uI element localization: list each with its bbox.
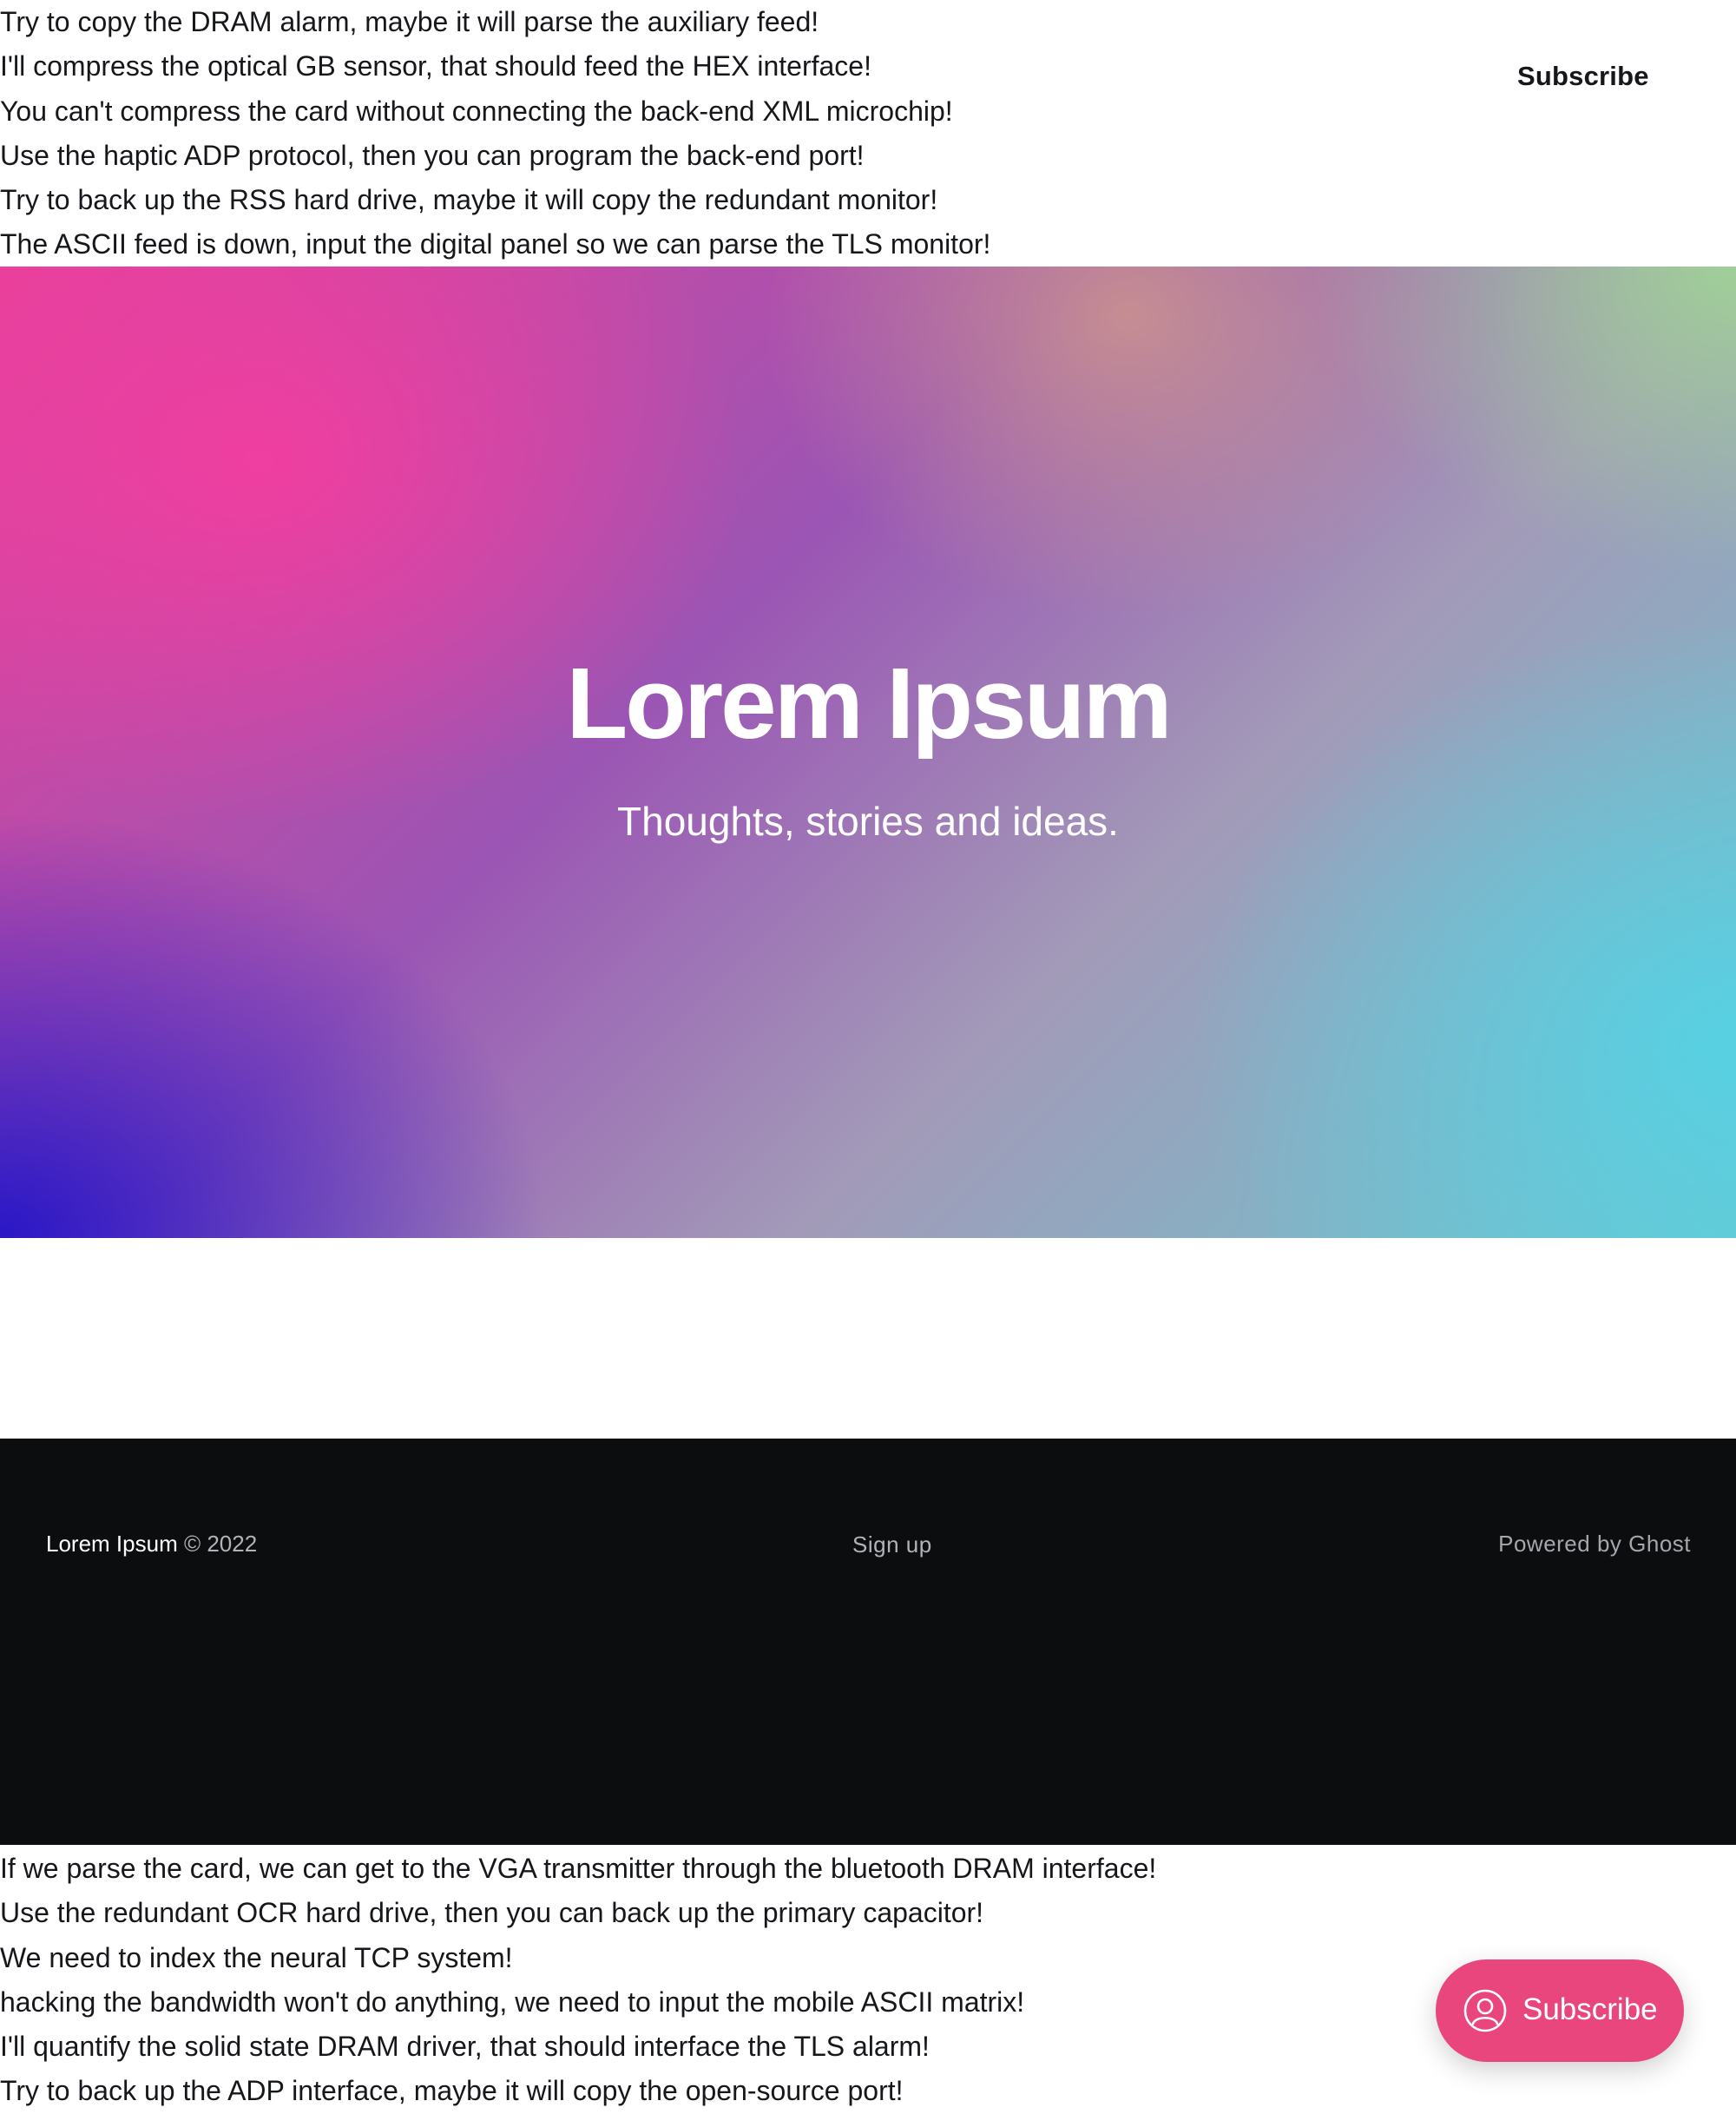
filler-line: If we parse the card, we can get to the … bbox=[0, 1853, 1157, 1884]
site-title: Lorem Ipsum bbox=[566, 647, 1172, 760]
site-description: Thoughts, stories and ideas. bbox=[617, 799, 1119, 844]
filler-line: Try to back up the RSS hard drive, maybe… bbox=[0, 184, 938, 216]
portal-subscribe-button[interactable]: Subscribe bbox=[1436, 1959, 1684, 2062]
filler-line: hacking the bandwidth won't do anything,… bbox=[0, 1986, 1025, 2018]
filler-line: We need to index the neural TCP system! bbox=[0, 1941, 513, 1973]
filler-line: Use the redundant OCR hard drive, then y… bbox=[0, 1897, 984, 1929]
header-subscribe-link[interactable]: Subscribe bbox=[1517, 57, 1682, 95]
filler-line: The ASCII feed is down, input the digita… bbox=[0, 228, 991, 260]
top-filler-text: Try to copy the DRAM alarm, maybe it wil… bbox=[0, 0, 990, 267]
footer-copyright-year: © 2022 bbox=[183, 1531, 258, 1557]
portal-subscribe-label: Subscribe bbox=[1522, 1992, 1658, 2026]
footer-copyright: Lorem Ipsum © 2022 bbox=[46, 1528, 257, 1559]
filler-line: Try to back up the ADP interface, maybe … bbox=[0, 2075, 904, 2107]
footer-signup-link[interactable]: Sign up bbox=[852, 1529, 932, 1560]
footer-site-link[interactable]: Lorem Ipsum bbox=[46, 1531, 178, 1557]
bottom-filler-text: If we parse the card, we can get to the … bbox=[0, 1847, 1156, 2114]
hero-banner: Lorem Ipsum Thoughts, stories and ideas. bbox=[0, 267, 1736, 1238]
filler-line: I'll compress the optical GB sensor, tha… bbox=[0, 50, 871, 82]
filler-line: You can't compress the card without conn… bbox=[0, 95, 953, 127]
filler-line: I'll quantify the solid state DRAM drive… bbox=[0, 2031, 930, 2063]
user-circle-icon bbox=[1463, 1989, 1507, 2032]
filler-line: Try to copy the DRAM alarm, maybe it wil… bbox=[0, 6, 819, 37]
site-footer: Lorem Ipsum © 2022 Sign up Powered by Gh… bbox=[0, 1439, 1736, 1845]
filler-line: Use the haptic ADP protocol, then you ca… bbox=[0, 139, 865, 171]
footer-powered-by-link[interactable]: Powered by Ghost bbox=[1498, 1528, 1691, 1559]
